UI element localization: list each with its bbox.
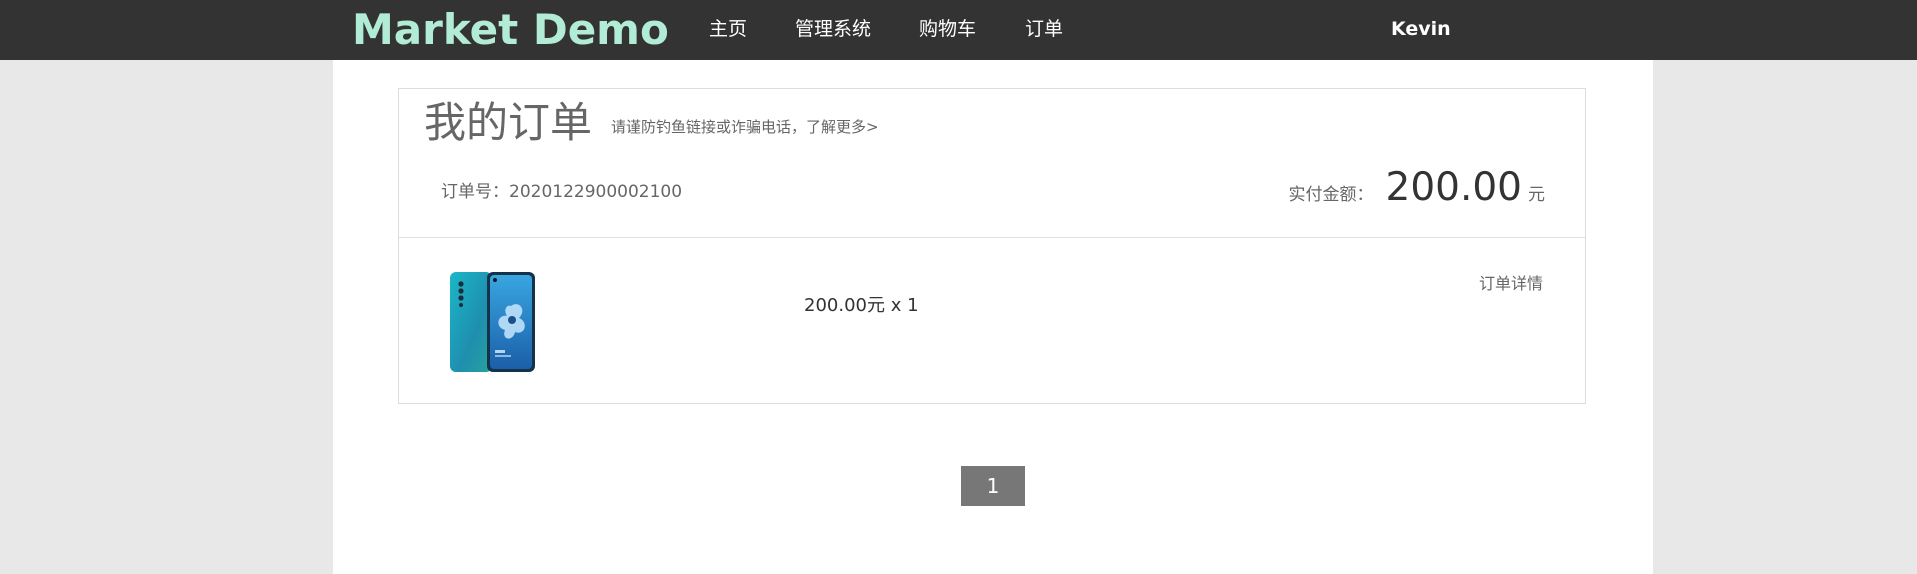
user-menu[interactable]: Kevin <box>1391 17 1451 41</box>
page-title: 我的订单 <box>424 98 593 147</box>
order-number-label: 订单号： <box>441 182 509 202</box>
fraud-notice-link[interactable]: 请谨防钓鱼链接或诈骗电话，了解更多> <box>611 117 879 137</box>
paid-amount-label: 实付金额： <box>1288 185 1374 205</box>
nav-item-admin[interactable]: 管理系统 <box>795 17 871 41</box>
nav-item-cart[interactable]: 购物车 <box>919 17 976 41</box>
order-number-value: 2020122900002100 <box>509 182 683 202</box>
order-card: 我的订单 请谨防钓鱼链接或诈骗电话，了解更多> 订单号：202012290000… <box>398 88 1586 404</box>
pagination-page-button[interactable]: 1 <box>961 466 1025 506</box>
order-detail-link[interactable]: 订单详情 <box>1479 274 1543 294</box>
nav-item-home[interactable]: 主页 <box>709 17 747 41</box>
brand-logo[interactable]: Market Demo <box>352 4 669 56</box>
order-number: 订单号：2020122900002100 <box>441 181 682 203</box>
product-price-qty: 200.00元 x 1 <box>804 295 919 316</box>
phone-product-image[interactable] <box>449 270 537 374</box>
order-divider <box>399 237 1585 238</box>
top-navbar: Market Demo 主页 管理系统 购物车 订单 Kevin <box>0 0 1917 60</box>
nav-item-orders[interactable]: 订单 <box>1025 17 1063 41</box>
paid-amount-unit: 元 <box>1528 185 1545 205</box>
paid-amount-value: 200.00 <box>1385 165 1522 210</box>
main-content: 我的订单 请谨防钓鱼链接或诈骗电话，了解更多> 订单号：202012290000… <box>333 60 1653 574</box>
paid-amount-block: 实付金额： 200.00 元 <box>1289 165 1545 210</box>
